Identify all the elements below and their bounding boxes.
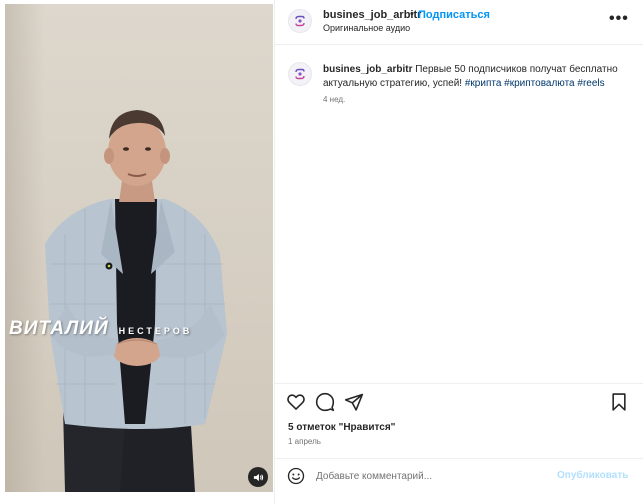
follow-button[interactable]: Подписаться (418, 9, 490, 21)
caption-username[interactable]: busines_job_arbitr (323, 64, 412, 75)
composer-divider (275, 458, 643, 459)
comment-input[interactable] (316, 467, 546, 485)
comment-composer: Опубликовать (275, 461, 643, 504)
comment-icon[interactable] (315, 392, 335, 412)
audio-link[interactable]: Оригинальное аудио (323, 23, 410, 33)
speaker-icon (253, 473, 263, 481)
caption-timestamp: 4 нед. (323, 95, 346, 104)
avatar[interactable] (288, 9, 312, 33)
header-username[interactable]: busines_job_arbitr (323, 9, 421, 21)
emoji-icon[interactable] (287, 467, 305, 485)
name-overlay-last: НЕСТЕРОВ (118, 326, 193, 336)
post-date: 1 апрель (288, 437, 321, 446)
heart-icon[interactable] (286, 392, 306, 412)
action-bar (275, 389, 643, 417)
hashtag-link[interactable]: #крипта (465, 78, 502, 89)
header-divider (275, 44, 643, 45)
reel-video[interactable]: ВИТАЛИЙ НЕСТЕРОВ (5, 4, 273, 492)
publish-button[interactable]: Опубликовать (557, 470, 628, 481)
profile-logo-icon (295, 15, 305, 27)
header-separator: • (410, 8, 414, 20)
profile-logo-icon (295, 68, 305, 80)
post-header: busines_job_arbitr • Подписаться Оригина… (275, 0, 643, 44)
hashtag-link[interactable]: #криптовалюта (504, 78, 574, 89)
paper-plane-icon[interactable] (344, 392, 364, 412)
hashtag-link[interactable]: #reels (577, 78, 604, 89)
post-caption: busines_job_arbitr Первые 50 подписчиков… (323, 63, 623, 91)
mute-button[interactable] (248, 467, 268, 487)
bookmark-icon[interactable] (609, 392, 629, 412)
post-panel: busines_job_arbitr • Подписаться Оригина… (274, 0, 643, 504)
actions-divider (275, 383, 643, 384)
more-options-icon[interactable]: ••• (609, 10, 629, 28)
likes-count[interactable]: 5 отметок "Нравится" (288, 422, 395, 433)
presenter-figure (45, 110, 227, 492)
caption-avatar[interactable] (288, 62, 312, 86)
name-overlay: ВИТАЛИЙ НЕСТЕРОВ (9, 318, 192, 340)
name-overlay-first: ВИТАЛИЙ (9, 318, 109, 339)
